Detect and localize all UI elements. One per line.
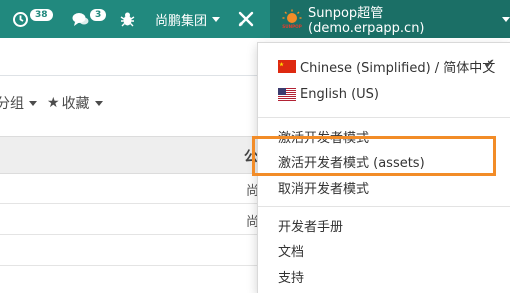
search-options: 分组 ★ 收藏: [0, 92, 103, 114]
group-by-toggle[interactable]: 分组: [0, 93, 37, 113]
debug-button[interactable]: [120, 0, 135, 38]
logo-text: SUNPOP: [282, 24, 302, 29]
menu-item-label: 取消开发者模式: [278, 182, 370, 197]
company-logo: SUNPOP: [282, 9, 302, 29]
menu-divider: [258, 117, 510, 118]
chevron-down-icon: [502, 16, 510, 22]
documentation-link[interactable]: 文档: [278, 241, 304, 260]
language-label: Chinese (Simplified) / 简体中文: [300, 61, 496, 76]
check-icon: ✔: [484, 57, 495, 72]
company-switcher[interactable]: 尚鹏集团: [155, 0, 221, 38]
message-count-badge: 3: [90, 9, 107, 21]
menu-divider: [258, 206, 510, 207]
favorites-toggle[interactable]: ★ 收藏: [47, 93, 103, 113]
company-name: 尚鹏集团: [155, 13, 208, 29]
developer-manual-link[interactable]: 开发者手册: [278, 216, 343, 235]
menu-item-label: 开发者手册: [278, 220, 344, 235]
user-menu[interactable]: SUNPOP Sunpop超管 (demo.erpapp.cn): [270, 0, 510, 38]
group-by-label: 分组: [0, 96, 24, 112]
chevron-down-icon: [94, 100, 103, 106]
activity-menu[interactable]: 38: [12, 0, 53, 38]
language-item-chinese[interactable]: Chinese (Simplified) / 简体中文: [278, 57, 495, 76]
menu-item-label: 支持: [278, 271, 305, 286]
star-icon: ★: [47, 95, 60, 111]
top-navbar: 38 3 尚鹏集团 SUNPOP Sunpop超管 (demo.erpapp.c…: [0, 0, 510, 38]
highlight-box: [252, 136, 496, 176]
messages-menu[interactable]: 3: [72, 0, 107, 38]
settings-button[interactable]: [238, 0, 254, 38]
deactivate-developer-mode[interactable]: 取消开发者模式: [278, 178, 369, 197]
clock-icon: [12, 11, 29, 28]
language-label: English (US): [300, 87, 379, 102]
chat-bubble-icon: [72, 12, 89, 27]
favorites-label: 收藏: [61, 96, 90, 112]
chevron-down-icon: [29, 100, 37, 106]
user-name: Sunpop超管 (demo.erpapp.cn): [308, 6, 425, 36]
language-item-english[interactable]: English (US): [278, 87, 379, 102]
china-flag-icon: [278, 60, 296, 73]
menu-item-label: 文档: [278, 245, 305, 260]
bug-icon: [120, 11, 135, 27]
tools-icon: [238, 11, 254, 27]
support-link[interactable]: 支持: [278, 267, 304, 286]
us-flag-icon: [278, 88, 296, 101]
activity-count-badge: 38: [30, 9, 53, 21]
chevron-down-icon: [212, 16, 221, 22]
